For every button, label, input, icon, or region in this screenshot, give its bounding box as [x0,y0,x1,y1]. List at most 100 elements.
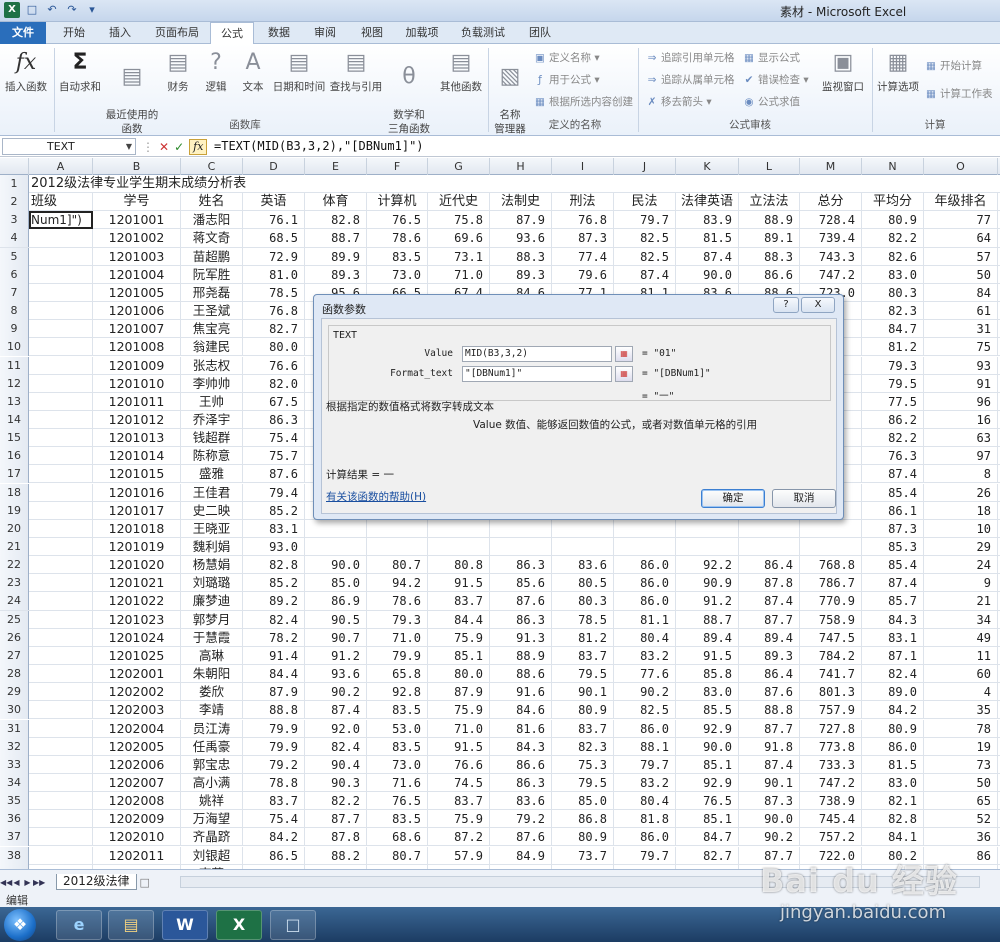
cell[interactable]: 80.9 [862,211,924,230]
cell[interactable]: 82.2 [862,229,924,248]
cell[interactable]: 91.5 [428,737,490,756]
cell[interactable]: 82.7 [676,846,739,865]
cell[interactable]: 71.0 [367,628,428,647]
row-header[interactable]: 26 [0,628,29,647]
cell[interactable]: 78.5 [552,610,614,629]
sheet-title-cell[interactable]: 2012级法律专业学生期末成绩分析表 [29,175,429,193]
cell[interactable]: 83.7 [552,719,614,738]
cell[interactable]: 727.8 [800,719,862,738]
cell[interactable]: 88.1 [614,737,676,756]
cell[interactable]: 1201017 [93,501,181,520]
cell[interactable]: 陈称意 [181,447,243,466]
cell[interactable]: 1202007 [93,773,181,792]
cell[interactable]: 49 [924,628,998,647]
cell[interactable]: 84.7 [862,320,924,339]
cell[interactable] [29,302,93,321]
cell[interactable]: 郭梦月 [181,610,243,629]
cell[interactable]: 8 [924,465,998,484]
cell[interactable]: 93.6 [305,665,367,684]
cell[interactable]: 86.3 [490,556,552,575]
cell[interactable]: 1201005 [93,283,181,302]
cell[interactable]: 80.3 [862,283,924,302]
row-header[interactable]: 30 [0,701,29,720]
cell[interactable]: 79.7 [614,755,676,774]
cell[interactable]: 87.9 [490,211,552,230]
cell[interactable]: 91.2 [676,592,739,611]
cell[interactable]: 82.0 [243,374,305,393]
define-name-button[interactable]: ▣ 定义名称 ▾ [533,50,600,66]
cell[interactable]: 75.9 [428,628,490,647]
cell[interactable]: 80.5 [552,574,614,593]
cell[interactable]: 68.5 [243,229,305,248]
cell[interactable]: 63 [924,429,998,448]
cell[interactable]: 1201020 [93,556,181,575]
cell[interactable]: 朱朝阳 [181,665,243,684]
cell[interactable]: 84.3 [490,737,552,756]
cell[interactable]: 86.6 [490,755,552,774]
tab-data[interactable]: 数据 [257,22,301,44]
cell[interactable] [29,320,93,339]
cell[interactable]: 史二映 [181,501,243,520]
cell[interactable] [800,538,862,556]
cell[interactable]: 86.5 [243,846,305,865]
cell[interactable]: 79.5 [552,665,614,684]
cell[interactable]: 88.7 [676,610,739,629]
cell[interactable]: 86.0 [614,574,676,593]
cell[interactable]: 81.5 [676,229,739,248]
cell[interactable]: 72.9 [243,247,305,266]
evaluate-formula-button[interactable]: ◉ 公式求值 [742,94,800,110]
cell[interactable]: 67.5 [243,392,305,411]
cell[interactable] [29,737,93,756]
cell[interactable] [29,483,93,502]
cell[interactable]: 任禹豪 [181,737,243,756]
cell[interactable]: 87.4 [305,701,367,720]
cell[interactable]: 85.1 [676,810,739,829]
cell[interactable]: 92.9 [676,719,739,738]
cell[interactable]: 52 [924,810,998,829]
cell[interactable]: 81.6 [490,719,552,738]
header-cell[interactable]: 法制史 [490,193,552,212]
cell[interactable]: 87.3 [552,229,614,248]
cell[interactable]: 4 [924,683,998,702]
cell[interactable]: 758.9 [800,610,862,629]
cell[interactable] [29,538,93,556]
cell[interactable]: 78.6 [367,229,428,248]
cell[interactable] [29,429,93,448]
cell[interactable]: 1202005 [93,737,181,756]
cell[interactable]: 90.0 [676,737,739,756]
cell[interactable]: 739.4 [800,229,862,248]
prev-sheet-icon[interactable]: ◀ [11,878,22,887]
cell[interactable]: 1201016 [93,483,181,502]
spreadsheet-grid[interactable]: 1 2012级法律专业学生期末成绩分析表 2 班级 学号 姓名 英语 体育 计算机 近代史 法制史刑… [0,175,1000,869]
other-functions-button[interactable]: ▤ 其他函数 [436,48,486,94]
row-header[interactable]: 14 [0,410,29,429]
cell[interactable]: 87.6 [490,592,552,611]
row-header[interactable]: 5 [0,247,29,266]
cell[interactable]: 73.1 [428,247,490,266]
create-from-selection-button[interactable]: ▦ 根据所选内容创建 [533,94,633,110]
show-formulas-button[interactable]: ▦ 显示公式 [742,50,800,66]
cell[interactable] [29,374,93,393]
cell[interactable]: 71.0 [428,265,490,284]
cell[interactable]: 78 [924,719,998,738]
cell[interactable]: 1202010 [93,828,181,847]
cell[interactable]: 87.9 [428,683,490,702]
cell[interactable]: 87.7 [739,719,800,738]
save-icon[interactable]: □ [24,2,40,18]
cell[interactable]: 1202006 [93,755,181,774]
cell[interactable]: 82.1 [862,792,924,811]
cell[interactable] [29,247,93,266]
cell[interactable] [29,665,93,684]
cell[interactable]: 76.5 [367,792,428,811]
cell[interactable]: 1201010 [93,374,181,393]
cell[interactable]: 1201004 [93,265,181,284]
cell[interactable]: 87.4 [676,247,739,266]
cell[interactable]: 86.3 [490,610,552,629]
cell[interactable]: 82.8 [305,211,367,230]
row-header[interactable]: 4 [0,229,29,248]
cell[interactable] [29,283,93,302]
cell[interactable]: 万海望 [181,810,243,829]
cancel-button[interactable]: 取消 [772,489,836,508]
cell[interactable]: 89.4 [739,628,800,647]
cell[interactable]: 84.4 [243,665,305,684]
